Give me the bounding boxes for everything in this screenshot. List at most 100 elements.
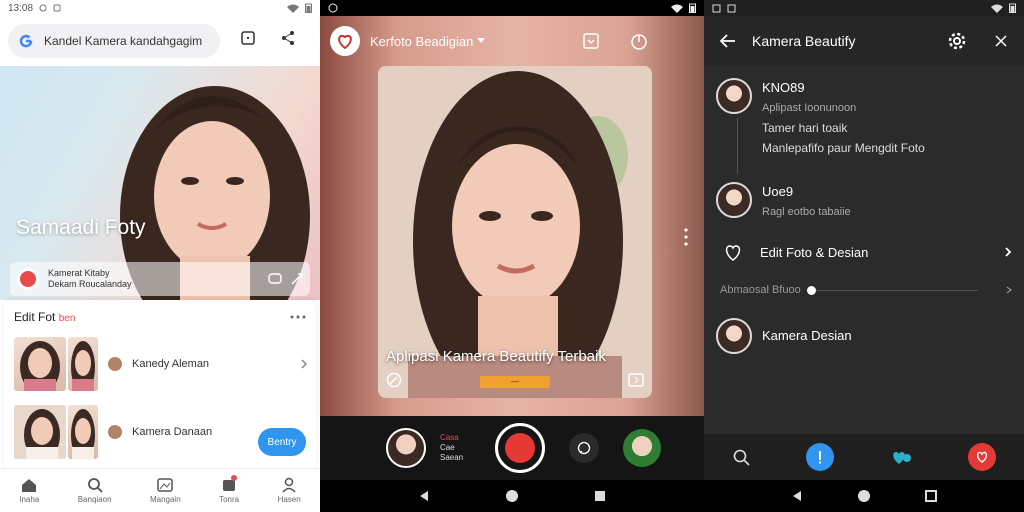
camera-mode-labels[interactable]: Casa Cae Saean — [440, 433, 463, 463]
system-nav-bar — [704, 480, 1024, 512]
search-input[interactable]: Kandel Kamera kandahgagim — [44, 34, 202, 48]
search-bar[interactable]: Kandel Kamera kandahgagim — [8, 24, 220, 58]
edit-photo-panel: Edit Fot ben Kanedy Aleman Kamera Danaan… — [4, 300, 316, 470]
nav-item-home[interactable]: Inaha — [19, 477, 39, 504]
back-triangle-icon[interactable] — [418, 490, 430, 502]
camera-preview[interactable]: Aplipasi Kamera Beautify Terbaik — — [378, 66, 652, 398]
screen-explore: 13:08 Kandel Kamera kandahgagim Samaadi … — [0, 0, 320, 512]
photo-thumbnail — [14, 337, 66, 391]
item-line: Manlepafifo paur Mengdit Foto — [762, 141, 925, 155]
avatar — [716, 182, 752, 218]
more-icon[interactable] — [290, 315, 306, 319]
recent-photo-avatar[interactable] — [386, 428, 426, 468]
filter-avatar[interactable] — [623, 429, 662, 467]
search-icon[interactable] — [732, 448, 750, 466]
edit-row-label: Edit Foto & Desian — [760, 244, 869, 260]
rotate-icon[interactable] — [386, 372, 402, 388]
nav-item-profile[interactable]: Hasen — [278, 477, 301, 504]
wifi-icon — [671, 4, 683, 13]
record-mini-button[interactable] — [968, 443, 996, 471]
recents-square-icon[interactable] — [925, 490, 937, 502]
item-name: Uoe9 — [762, 184, 794, 199]
profile-icon — [281, 477, 297, 493]
more-vertical-icon[interactable] — [684, 228, 688, 246]
mode-label: Saean — [440, 453, 464, 462]
app-status-icon — [328, 3, 338, 13]
back-triangle-icon[interactable] — [791, 490, 803, 502]
edit-photo-row[interactable]: Edit Foto & Desian — [722, 242, 1012, 262]
chevron-down-icon[interactable] — [477, 38, 486, 44]
list-item-label: Kanedy Aleman — [132, 358, 210, 370]
info-button[interactable] — [806, 443, 834, 471]
camera-controls: Casa Cae Saean — [320, 416, 704, 480]
list-item[interactable]: KNO89 Aplipast Ioonunoon Tamer hari toai… — [716, 78, 1012, 158]
avatar — [108, 357, 122, 371]
back-arrow-icon[interactable] — [720, 34, 736, 48]
recents-square-icon[interactable] — [594, 490, 606, 502]
record-button[interactable] — [495, 423, 546, 473]
heart-edit-icon — [722, 242, 744, 262]
nav-label: Tonra — [219, 495, 240, 504]
chat-bubble-icon — [577, 441, 591, 455]
message-icon — [53, 4, 61, 12]
gear-icon[interactable] — [948, 32, 966, 50]
item-name: Kamera Desian — [762, 328, 852, 343]
heart-chat-icon[interactable] — [890, 448, 912, 466]
nav-item-gallery[interactable]: Mangain — [150, 477, 181, 504]
chevron-right-icon[interactable] — [300, 358, 308, 370]
system-nav-bar — [320, 480, 704, 512]
nav-item-notifications[interactable]: Tonra — [219, 475, 240, 504]
list-item[interactable]: Uoe9 Ragl eotbo tabaiie — [716, 182, 1012, 222]
home-circle-icon[interactable] — [857, 489, 871, 503]
timer-icon[interactable] — [630, 32, 648, 50]
item-line: Tamer hari toaik — [762, 121, 848, 135]
settings-header: Kamera Beautify — [704, 16, 1024, 66]
collapse-icon[interactable] — [994, 34, 1008, 48]
bottom-nav: Inaha Banqiaon Mangain Tonra Hasen — [0, 468, 320, 512]
avatar — [716, 318, 752, 354]
hero-card-line2: Dekam Roucalanday — [48, 279, 132, 289]
notification-icon — [39, 4, 47, 12]
record-dot — [505, 433, 536, 463]
download-icon[interactable] — [582, 32, 600, 50]
chat-icon[interactable] — [268, 272, 282, 286]
item-line: Ragl eotbo tabaiie — [762, 206, 851, 218]
expand-icon[interactable] — [290, 272, 304, 286]
preview-caption: Aplipasi Kamera Beautify Terbaik — [386, 348, 606, 365]
follow-button[interactable]: Bentry — [258, 428, 306, 456]
panel-heading-accent: ben — [58, 313, 76, 324]
item-name: KNO89 — [762, 80, 805, 95]
tabs-icon[interactable] — [240, 30, 256, 46]
nav-label: Banqiaon — [77, 495, 112, 504]
hero-info-card[interactable]: Kamerat Kitaby Dekam Roucalanday — [10, 262, 310, 296]
nav-label: Mangain — [149, 495, 181, 504]
mode-label: Casa — [440, 433, 459, 442]
photo-thumbnail — [14, 405, 66, 459]
list-item[interactable]: Kanedy Aleman — [14, 334, 308, 394]
battery-icon — [1009, 3, 1016, 13]
gallery-icon — [157, 477, 174, 493]
screen-settings: Kamera Beautify KNO89 Aplipast Ioonunoon… — [704, 0, 1024, 512]
battery-icon — [305, 3, 312, 13]
slider-thumb[interactable] — [806, 285, 816, 295]
hero-banner[interactable]: Samaadi Foty Kamerat Kitaby Dekam Roucal… — [0, 66, 320, 300]
bottom-toolbar — [704, 434, 1024, 480]
home-circle-icon[interactable] — [505, 489, 519, 503]
share-icon[interactable] — [280, 30, 296, 46]
chat-button[interactable] — [569, 433, 600, 463]
adjust-slider-row[interactable]: Abmaosal Bfuoo — [720, 284, 1012, 296]
nav-item-search[interactable]: Banqiaon — [78, 477, 112, 504]
app-logo-icon[interactable] — [330, 26, 360, 56]
status-bar — [320, 0, 704, 16]
app-title[interactable]: Kerfoto Beadigian — [370, 34, 473, 49]
list-item[interactable]: Kamera Desian — [716, 318, 1012, 354]
filter-pill[interactable]: — — [480, 376, 550, 388]
gallery-mini-icon[interactable] — [628, 372, 644, 388]
slider-track[interactable] — [806, 285, 978, 295]
wifi-icon — [991, 4, 1003, 13]
chevron-right-icon — [1004, 246, 1012, 258]
google-g-icon — [18, 33, 34, 49]
battery-icon — [689, 3, 696, 13]
panel-heading: Edit Fot — [14, 310, 56, 324]
chevron-right-small-icon[interactable] — [1006, 286, 1012, 294]
